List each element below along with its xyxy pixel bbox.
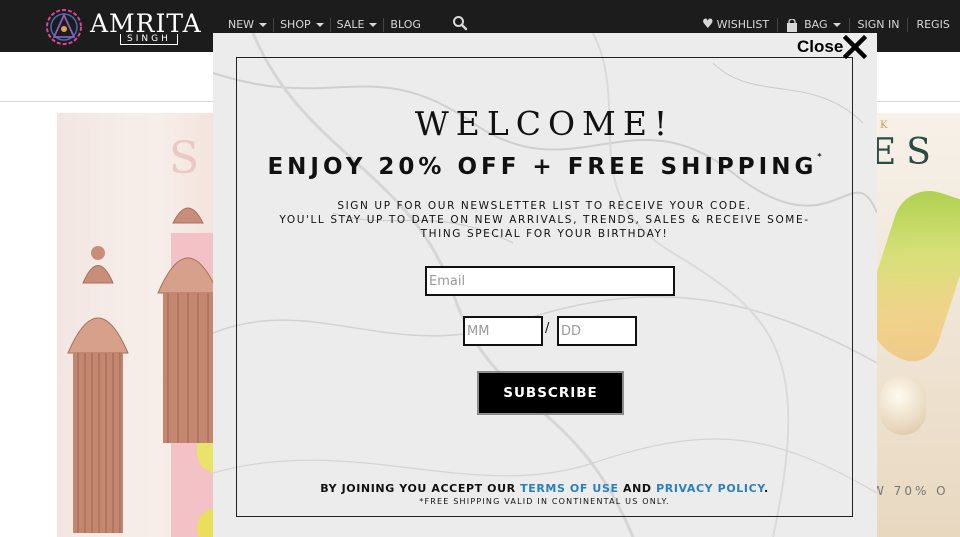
banner-headline-fragment: ES <box>870 132 941 173</box>
menu-item-label: NEW <box>228 18 255 31</box>
register-label: REGIS <box>916 18 950 31</box>
description-line: SIGN UP FOR OUR NEWSLETTER LIST TO RECEI… <box>337 200 752 212</box>
caret-down-icon <box>369 23 378 27</box>
caret-down-icon <box>259 23 268 27</box>
legal-suffix: . <box>764 482 769 495</box>
subscribe-button[interactable]: SUBSCRIBE <box>477 371 624 415</box>
description-line: YOU'LL STAY UP TO DATE ON NEW ARRIVALS, … <box>279 214 810 226</box>
wishlist-label: WISHLIST <box>716 18 770 31</box>
wishlist-link[interactable]: ♥ WISHLIST <box>700 18 777 32</box>
shipping-fine-print: *FREE SHIPPING VALID IN CONTINENTAL US O… <box>419 497 670 506</box>
birthday-month-field[interactable] <box>463 316 543 346</box>
caret-down-icon <box>832 23 841 27</box>
email-field[interactable] <box>425 266 675 296</box>
menu-item-new[interactable]: NEW <box>222 18 273 32</box>
offer-text: ENJOY 20% OFF + FREE SHIPPING <box>267 154 818 180</box>
menu-item-blog[interactable]: BLOG <box>383 18 426 32</box>
banner-offer-fragment: W 70% O <box>872 484 949 498</box>
banner-headline-fragment: S <box>169 133 200 184</box>
brand-subname: SINGH <box>120 34 178 45</box>
earring-image <box>157 207 219 443</box>
menu-item-shop[interactable]: SHOP <box>273 18 330 32</box>
close-icon[interactable] <box>841 33 869 61</box>
menu-item-label: SHOP <box>280 18 311 31</box>
legal-prefix: BY JOINING YOU ACCEPT OUR <box>320 482 521 495</box>
logo-mandala-icon <box>46 9 82 45</box>
caret-down-icon <box>315 23 324 27</box>
privacy-policy-link[interactable]: PRIVACY POLICY <box>656 482 764 495</box>
close-button[interactable]: Close <box>797 33 869 61</box>
account-menu: ♥ WISHLIST BAG SIGN IN REGIS <box>700 18 958 32</box>
description-line: THING SPECIAL FOR YOUR BIRTHDAY! <box>420 228 669 240</box>
banner-pearl-image <box>880 375 926 435</box>
bag-link[interactable]: BAG <box>777 18 848 32</box>
popup-heading: WELCOME! <box>414 104 675 143</box>
promo-banner-left[interactable]: S <box>57 113 222 537</box>
register-link[interactable]: REGIS <box>907 18 957 32</box>
earring-image <box>67 246 129 533</box>
terms-of-use-link[interactable]: TERMS OF USE <box>520 482 618 495</box>
search-icon[interactable] <box>452 15 468 31</box>
menu-item-sale[interactable]: SALE <box>329 18 384 32</box>
menu-item-label: BLOG <box>390 18 421 31</box>
popup-offer: ENJOY 20% OFF + FREE SHIPPING* <box>236 152 853 180</box>
date-separator: / <box>545 321 550 336</box>
legal-and: AND <box>618 482 657 495</box>
offer-asterisk: * <box>817 152 822 161</box>
bag-label: BAG <box>804 18 828 31</box>
heart-icon: ♥ <box>702 17 714 32</box>
legal-notice: BY JOINING YOU ACCEPT OUR TERMS OF USE A… <box>236 482 853 495</box>
sign-in-link[interactable]: SIGN IN <box>848 18 908 32</box>
banner-tagline-fragment: K <box>880 120 891 131</box>
bag-icon <box>787 18 798 32</box>
birthday-day-field[interactable] <box>557 316 637 346</box>
menu-item-label: SALE <box>336 18 365 31</box>
sign-in-label: SIGN IN <box>857 18 900 31</box>
popup-description: SIGN UP FOR OUR NEWSLETTER LIST TO RECEI… <box>236 199 853 241</box>
main-menu: NEW SHOP SALE BLOG <box>222 18 427 32</box>
close-label: Close <box>797 37 844 56</box>
